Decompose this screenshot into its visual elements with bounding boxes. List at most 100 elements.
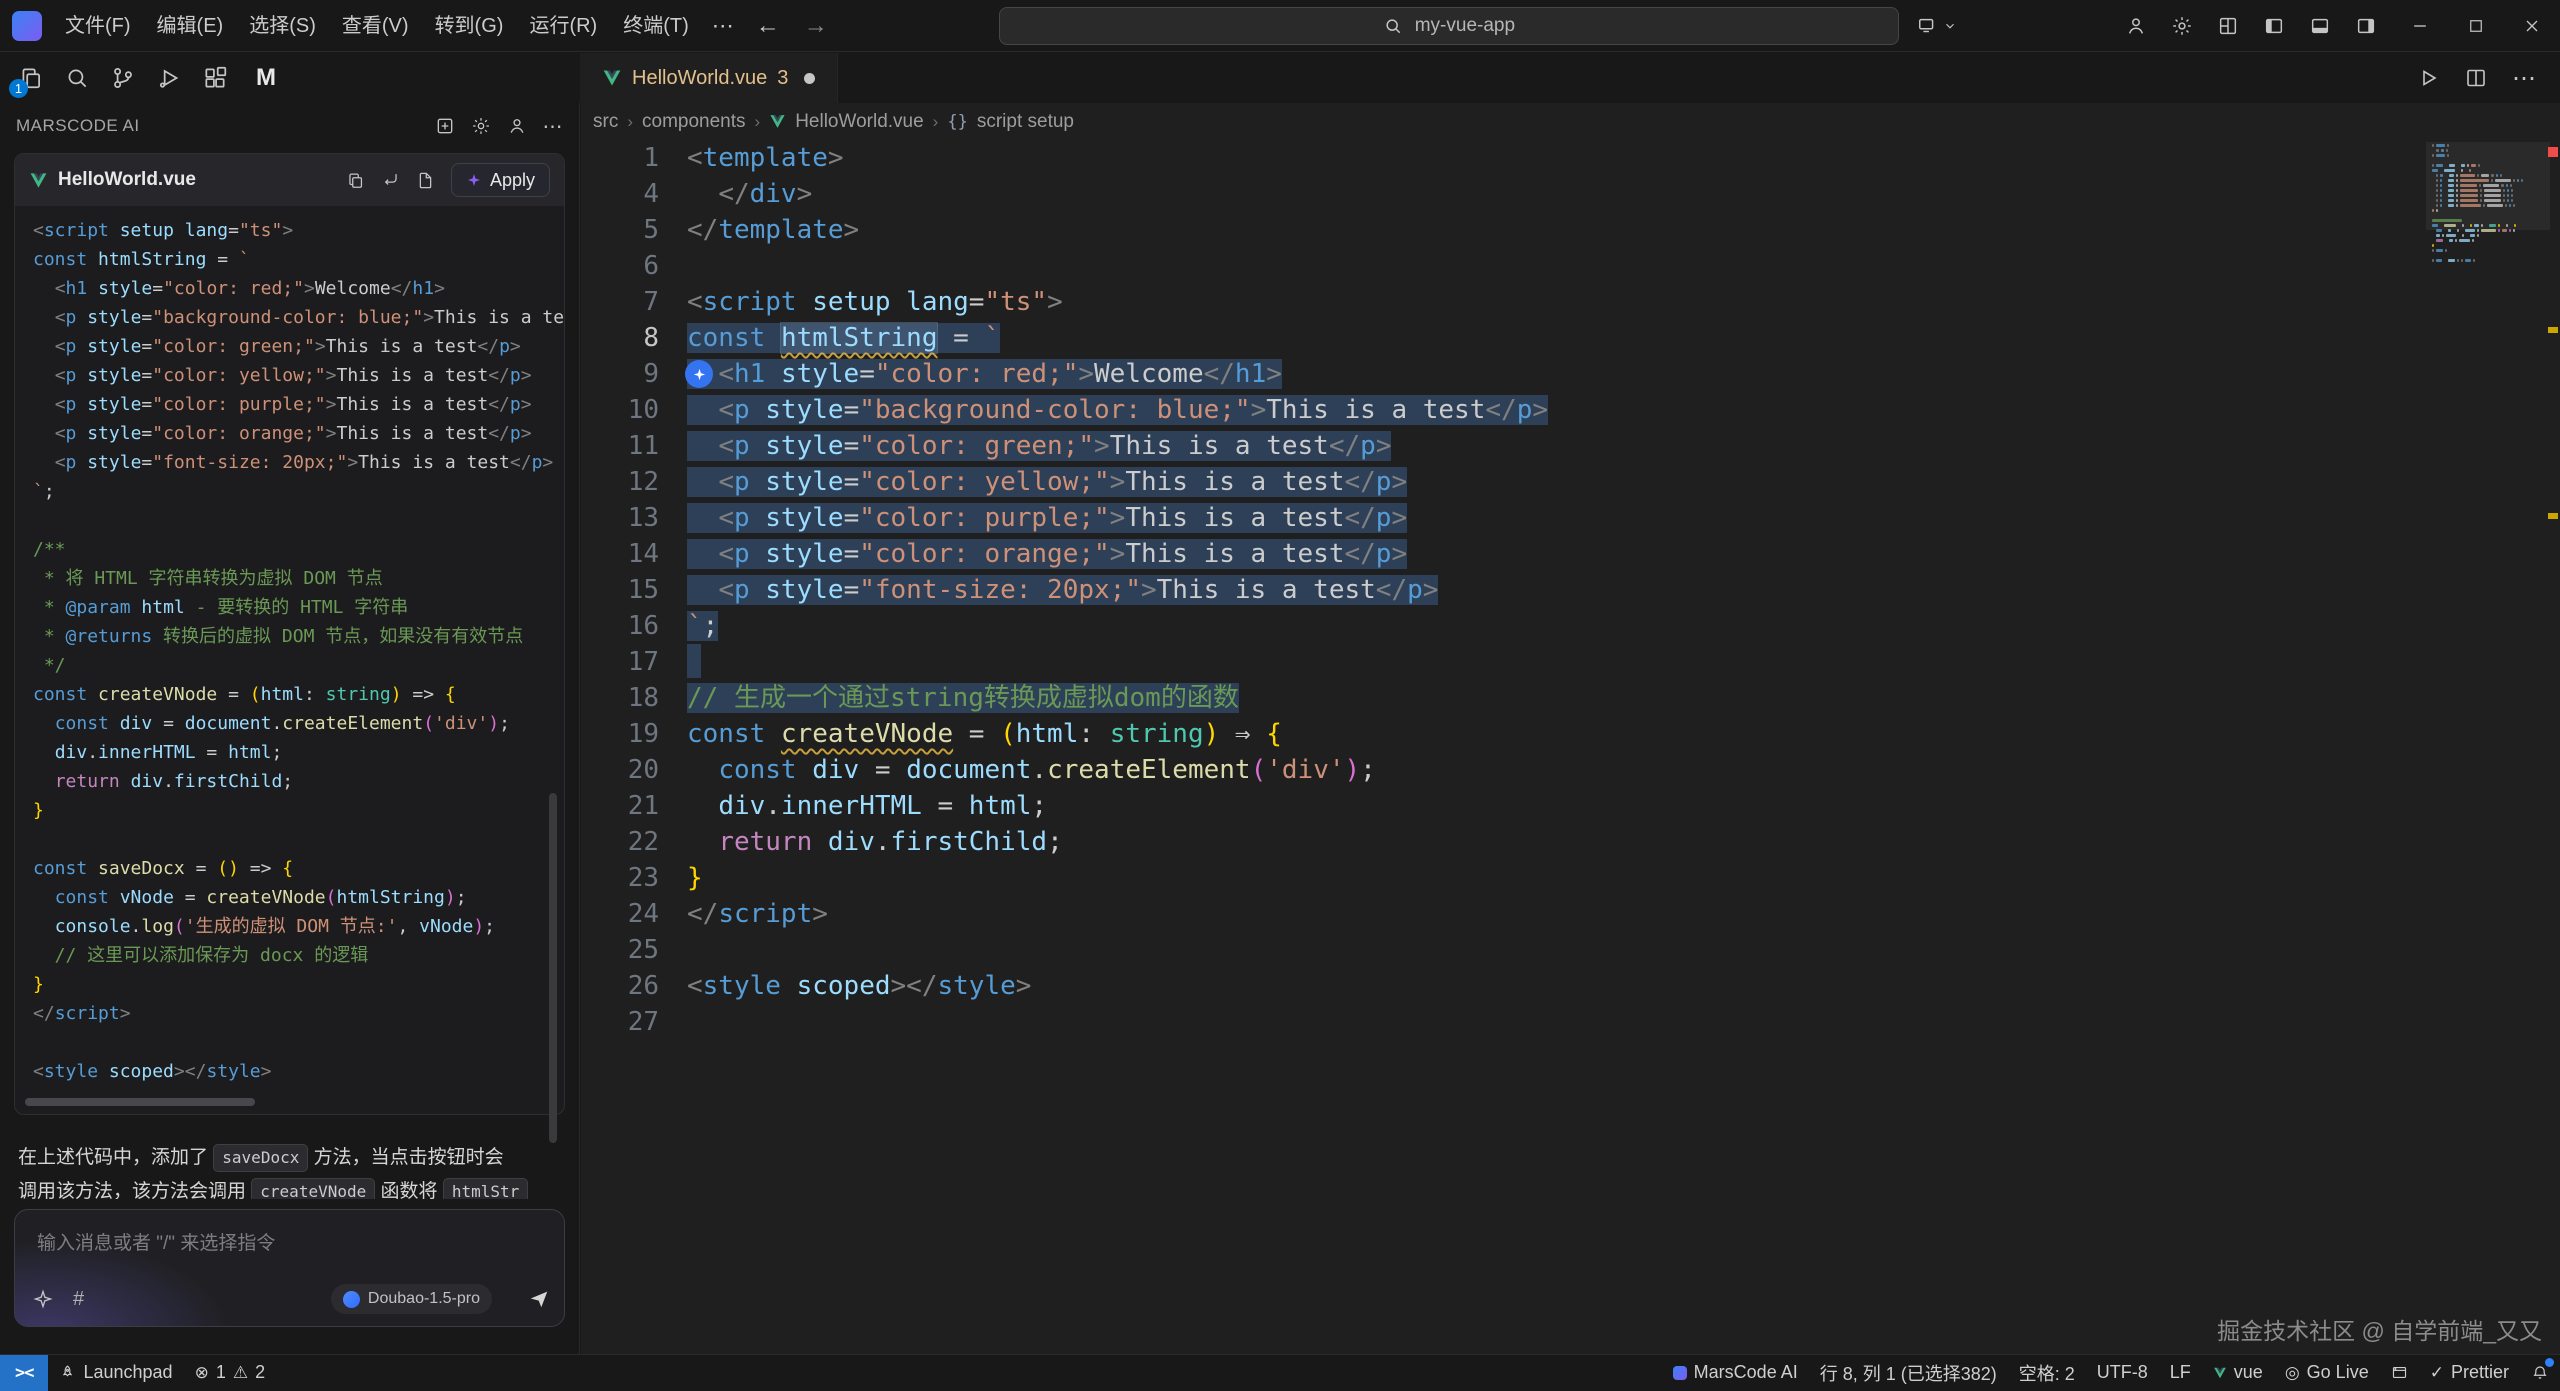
problems-button[interactable]: ⊗ 1 ⚠ 2	[184, 1355, 277, 1391]
marscode-status-button[interactable]: MarsCode AI	[1662, 1355, 1809, 1391]
editor-line-26[interactable]: 26<style scoped></style>	[581, 968, 2560, 1004]
minimap[interactable]	[2432, 144, 2544, 269]
editor-line-11[interactable]: 11 <p style="color: green;">This is a te…	[581, 428, 2560, 464]
customize-layout-icon[interactable]	[2208, 6, 2248, 46]
settings-gear-icon[interactable]	[2162, 6, 2202, 46]
breadcrumb[interactable]: src › components › HelloWorld.vue › {} s…	[581, 103, 2560, 140]
code-token: lang	[185, 220, 228, 241]
editor-line-23[interactable]: 23}	[581, 860, 2560, 896]
insert-code-icon[interactable]	[381, 171, 400, 190]
tab-helloworld[interactable]: HelloWorld.vue 3	[580, 53, 838, 103]
editor-line-12[interactable]: 12 <p style="color: yellow;">This is a t…	[581, 464, 2560, 500]
breadcrumb-symbol[interactable]: script setup	[977, 111, 1074, 133]
editor-line-8[interactable]: 8const htmlString = `	[581, 320, 2560, 356]
sidebar-scrollbar[interactable]	[549, 793, 557, 1143]
suggested-code-block[interactable]: <script setup lang="ts">const htmlString…	[15, 206, 564, 1094]
split-editor-button[interactable]	[2464, 66, 2488, 90]
code-horizontal-scrollbar[interactable]	[21, 1098, 558, 1106]
toggle-sidebar-left-icon[interactable]	[2254, 6, 2294, 46]
send-button[interactable]	[528, 1288, 550, 1310]
code-token: scoped	[797, 971, 891, 1001]
editor-line-20[interactable]: 20 const div = document.createElement('d…	[581, 752, 2560, 788]
code-editor[interactable]: 1<template>4 </div>5</template>67<script…	[581, 140, 2560, 1354]
code-token: </	[1204, 359, 1235, 389]
context-hash-icon[interactable]: #	[73, 1288, 84, 1311]
source-control-icon[interactable]	[104, 59, 142, 97]
notifications-button[interactable]	[2520, 1355, 2560, 1391]
menu-item-0[interactable]: 文件(F)	[52, 8, 144, 44]
editor-line-19[interactable]: 19const createVNode = (html: string) ⇒ {	[581, 716, 2560, 752]
breadcrumb-file[interactable]: HelloWorld.vue	[795, 111, 923, 133]
run-file-button[interactable]	[2416, 66, 2440, 90]
new-chat-icon[interactable]	[435, 116, 455, 136]
editor-line-10[interactable]: 10 <p style="background-color: blue;">Th…	[581, 392, 2560, 428]
breadcrumb-components[interactable]: components	[642, 111, 746, 133]
prompt-sparkle-icon[interactable]	[33, 1289, 53, 1309]
extensions-icon[interactable]	[196, 59, 234, 97]
editor-line-22[interactable]: 22 return div.firstChild;	[581, 824, 2560, 860]
menu-item-1[interactable]: 编辑(E)	[144, 8, 237, 44]
editor-line-4[interactable]: 4 </div>	[581, 176, 2560, 212]
profile-icon[interactable]	[507, 116, 527, 136]
editor-line-16[interactable]: 16`;	[581, 608, 2560, 644]
code-token: =	[969, 719, 985, 749]
close-button[interactable]	[2504, 0, 2560, 52]
menu-item-6[interactable]: 终端(T)	[610, 8, 702, 44]
encoding-button[interactable]: UTF-8	[2086, 1355, 2159, 1391]
editor-line-25[interactable]: 25	[581, 932, 2560, 968]
menu-item-2[interactable]: 选择(S)	[236, 8, 329, 44]
editor-line-27[interactable]: 27	[581, 1004, 2560, 1040]
explorer-icon[interactable]: 1	[12, 59, 50, 97]
eol-button[interactable]: LF	[2159, 1355, 2202, 1391]
editor-line-5[interactable]: 5</template>	[581, 212, 2560, 248]
remote-indicator[interactable]: ><	[0, 1355, 48, 1391]
go-live-button[interactable]: ◎ Go Live	[2274, 1355, 2380, 1391]
editor-line-7[interactable]: 7<script setup lang="ts">	[581, 284, 2560, 320]
maximize-button[interactable]	[2448, 0, 2504, 52]
model-selector[interactable]: Doubao-1.5-pro	[331, 1284, 492, 1314]
minimize-button[interactable]	[2392, 0, 2448, 52]
editor-more-actions-button[interactable]: ⋯	[2512, 64, 2536, 93]
breadcrumb-src[interactable]: src	[593, 111, 618, 133]
menu-item-5[interactable]: 运行(R)	[516, 8, 610, 44]
panel-settings-gear-icon[interactable]	[471, 116, 491, 136]
command-center-search[interactable]: my-vue-app	[999, 7, 1899, 45]
browser-preview-button[interactable]	[2380, 1355, 2419, 1391]
prettier-button[interactable]: ✓ Prettier	[2419, 1355, 2520, 1391]
editor-line-18[interactable]: 18// 生成一个通过string转换成虚拟dom的函数	[581, 680, 2560, 716]
new-file-icon[interactable]	[416, 171, 435, 190]
account-icon[interactable]	[2116, 6, 2156, 46]
code-token: p	[734, 431, 750, 461]
editor-line-6[interactable]: 6	[581, 248, 2560, 284]
editor-line-9[interactable]: 9 <h1 style="color: red;">Welcome</h1>	[581, 356, 2560, 392]
language-mode-button[interactable]: vue	[2202, 1355, 2274, 1391]
editor-line-24[interactable]: 24</script>	[581, 896, 2560, 932]
editor-line-15[interactable]: 15 <p style="font-size: 20px;">This is a…	[581, 572, 2560, 608]
editor-line-14[interactable]: 14 <p style="color: orange;">This is a t…	[581, 536, 2560, 572]
remote-window-button[interactable]	[1917, 15, 1957, 37]
copy-code-icon[interactable]	[346, 171, 365, 190]
indentation-button[interactable]: 空格: 2	[2008, 1355, 2086, 1391]
run-debug-icon[interactable]	[150, 59, 188, 97]
apply-button[interactable]: Apply	[451, 163, 550, 197]
cursor-position-button[interactable]: 行 8, 列 1 (已选择382)	[1809, 1355, 2008, 1391]
chat-input-box[interactable]: 输入消息或者 "/" 来选择指令 # Doubao-1.5-pro	[14, 1209, 565, 1327]
toggle-sidebar-right-icon[interactable]	[2346, 6, 2386, 46]
suggested-code-line: * @param html - 要转换的 HTML 字符串	[33, 593, 546, 622]
launchpad-button[interactable]: Launchpad	[48, 1355, 183, 1391]
editor-line-1[interactable]: 1<template>	[581, 140, 2560, 176]
editor-line-21[interactable]: 21 div.innerHTML = html;	[581, 788, 2560, 824]
app-logo-icon[interactable]	[12, 11, 42, 41]
menu-item-3[interactable]: 查看(V)	[329, 8, 422, 44]
panel-more-icon[interactable]: ⋯	[543, 114, 564, 139]
marscode-icon[interactable]: M	[256, 64, 276, 92]
inline-ai-action-icon[interactable]	[685, 360, 713, 388]
editor-line-13[interactable]: 13 <p style="color: purple;">This is a t…	[581, 500, 2560, 536]
nav-forward-icon[interactable]: →	[792, 12, 840, 40]
editor-line-17[interactable]: 17	[581, 644, 2560, 680]
menu-item-4[interactable]: 转到(G)	[422, 8, 517, 44]
search-panel-icon[interactable]	[58, 59, 96, 97]
nav-back-icon[interactable]: ←	[744, 12, 792, 40]
toggle-panel-bottom-icon[interactable]	[2300, 6, 2340, 46]
menu-more-icon[interactable]: ⋯	[702, 13, 744, 39]
